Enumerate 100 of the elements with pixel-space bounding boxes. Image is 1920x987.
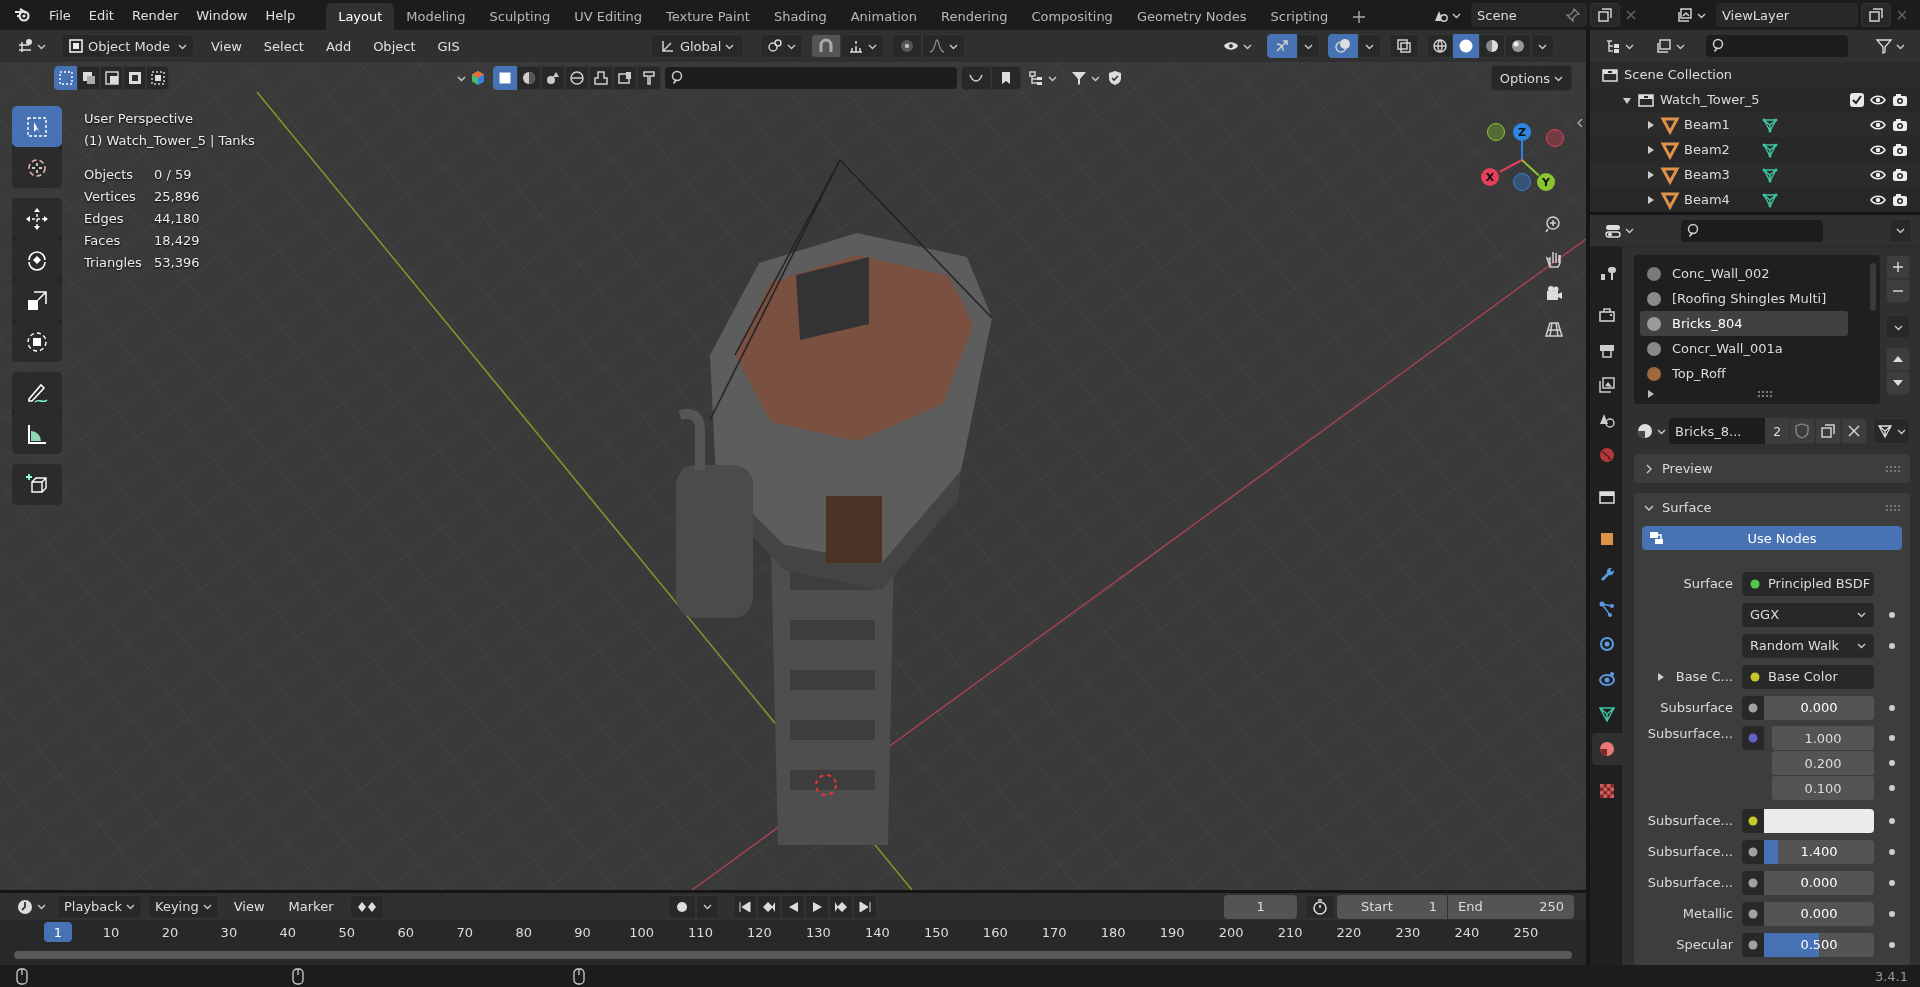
frame-number: 130	[805, 924, 832, 940]
frame-number: 50	[337, 924, 357, 940]
dropdown[interactable]: Random Walk	[1742, 633, 1874, 658]
frame-number: 140	[863, 924, 891, 940]
field-label: Subsurface...	[1646, 813, 1734, 828]
frame-number: 200	[1217, 924, 1245, 940]
outliner-item[interactable]: Scene Collection	[1624, 67, 1733, 82]
outliner-item[interactable]: Beam2	[1684, 142, 1756, 157]
outliner-item[interactable]: Beam4	[1684, 192, 1756, 207]
number-field[interactable]: 1.400	[1764, 839, 1874, 864]
use-nodes-button[interactable]: Use Nodes	[1642, 526, 1902, 550]
stat-value: 53,396	[154, 254, 201, 272]
stat-value: 25,896	[154, 188, 201, 206]
number-field[interactable]: 0.100	[1772, 776, 1874, 800]
version-text: 3.4.1	[1874, 968, 1908, 984]
frame-number: 190	[1158, 924, 1186, 940]
options-dropdown[interactable]: Options	[1490, 65, 1572, 91]
menu-item[interactable]: View	[224, 897, 274, 916]
menu-item[interactable]: File	[40, 5, 80, 25]
workspace-tab[interactable]: Sculpting	[477, 3, 563, 30]
field-label: Subsurface...	[1646, 844, 1734, 859]
frame-number: 90	[573, 924, 592, 940]
axis-handle[interactable]: Z	[1513, 123, 1531, 161]
frame-number: 120	[746, 924, 773, 940]
material-slot[interactable]: Conc_Wall_002	[1640, 261, 1866, 286]
workspace-tab[interactable]: Rendering	[929, 3, 1020, 30]
material-slot[interactable]: Bricks_804	[1640, 311, 1848, 336]
number-field[interactable]: 0.000	[1764, 901, 1874, 926]
workspace-tab[interactable]: Geometry Nodes	[1124, 3, 1259, 30]
dropdown[interactable]: GGX	[1742, 602, 1874, 627]
stat-label: Edges	[84, 210, 125, 228]
playhead[interactable]: 1	[44, 922, 72, 942]
frame-number: 240	[1453, 924, 1481, 940]
stat-label: Objects	[84, 166, 135, 184]
field-label: Base C...	[1675, 669, 1733, 684]
workspace-tab[interactable]: Layout	[326, 3, 395, 30]
menu-item[interactable]: Render	[122, 5, 188, 25]
link-field[interactable]: Principled BSDF	[1742, 571, 1874, 596]
field-label: Subsurface	[1659, 700, 1734, 715]
frame-number: 230	[1394, 924, 1422, 940]
workspace-tab[interactable]: Scripting	[1258, 3, 1341, 30]
panel-title[interactable]: Surface	[1662, 500, 1712, 515]
field-label: Metallic	[1681, 906, 1734, 921]
frame-number: 30	[219, 924, 239, 940]
menu-item[interactable]: Marker	[279, 897, 343, 916]
frame-number: 60	[396, 924, 415, 940]
axis-handle[interactable]: X	[1481, 159, 1523, 186]
number-field[interactable]: 0.000	[1764, 870, 1874, 895]
frame-number: 210	[1276, 924, 1304, 940]
frame-number: 20	[160, 924, 180, 940]
frame-number: 160	[981, 924, 1009, 940]
menu-item[interactable]: Edit	[79, 5, 123, 25]
outliner-item[interactable]: Beam1	[1684, 117, 1756, 132]
workspace-tab[interactable]: Modeling	[394, 3, 478, 30]
number-field[interactable]: 0.200	[1772, 751, 1874, 775]
outliner-item[interactable]: Watch_Tower_5	[1660, 92, 1760, 107]
frame-number: 80	[514, 924, 533, 940]
menu-item[interactable]: Object	[362, 36, 427, 56]
menu-item[interactable]: Window	[187, 5, 257, 25]
frame-number: 100	[628, 924, 655, 940]
workspace-tab[interactable]: Shading	[761, 3, 839, 30]
frame-number: 180	[1099, 924, 1127, 940]
menu-item[interactable]: GIS	[426, 36, 471, 56]
orientation-dropdown[interactable]: Global	[650, 34, 744, 58]
number-field[interactable]: 1.000	[1772, 726, 1874, 750]
axis-handle[interactable]: Y	[1521, 159, 1555, 191]
end-frame-field[interactable]: End 250	[1448, 894, 1574, 919]
stat-label: Faces	[84, 232, 122, 250]
field-label: Subsurface...	[1646, 875, 1734, 890]
field-label: Subsurface...	[1646, 726, 1734, 741]
menu-item[interactable]: Help	[256, 5, 305, 25]
stat-value: 0 / 59	[154, 166, 193, 184]
scene-field[interactable]: Scene	[1471, 3, 1587, 27]
menu-dropdown[interactable]: Keying	[148, 894, 219, 919]
workspace-tab[interactable]: Compositing	[1019, 3, 1125, 30]
material-slot[interactable]: Top_Roff	[1640, 361, 1866, 386]
number-field[interactable]: 0.500	[1764, 932, 1874, 957]
menu-item[interactable]: Select	[252, 36, 315, 56]
material-name-field[interactable]: Bricks_8...	[1669, 418, 1765, 444]
workspace-tab[interactable]: Texture Paint	[654, 3, 762, 30]
frame-number: 220	[1335, 924, 1363, 940]
menu-item[interactable]: View	[200, 36, 253, 56]
material-slot[interactable]: Concr_Wall_001a	[1640, 336, 1866, 361]
stat-label: Vertices	[84, 188, 137, 206]
link-field[interactable]: Base Color	[1742, 664, 1874, 689]
field-label: Specular	[1675, 937, 1734, 952]
material-slot[interactable]: [Roofing Shingles Multi]	[1640, 286, 1866, 311]
start-frame-field[interactable]: Start 1	[1337, 894, 1447, 919]
user-count[interactable]: 2	[1765, 418, 1790, 444]
workspace-tab[interactable]: Animation	[838, 3, 929, 30]
menu-item[interactable]: Add	[314, 36, 363, 56]
mode-dropdown[interactable]: Object Mode	[61, 34, 194, 58]
workspace-tab[interactable]: UV Editing	[562, 3, 654, 30]
number-field[interactable]: 0.000	[1764, 695, 1874, 720]
panel-title[interactable]: Preview	[1662, 461, 1713, 476]
viewport-info-text: (1) Watch_Tower_5 | Tanks	[84, 132, 255, 150]
menu-dropdown[interactable]: Playback	[57, 894, 142, 919]
outliner-item[interactable]: Beam3	[1684, 167, 1756, 182]
current-frame-field[interactable]: 1	[1224, 894, 1297, 919]
frame-number: 40	[278, 924, 298, 940]
